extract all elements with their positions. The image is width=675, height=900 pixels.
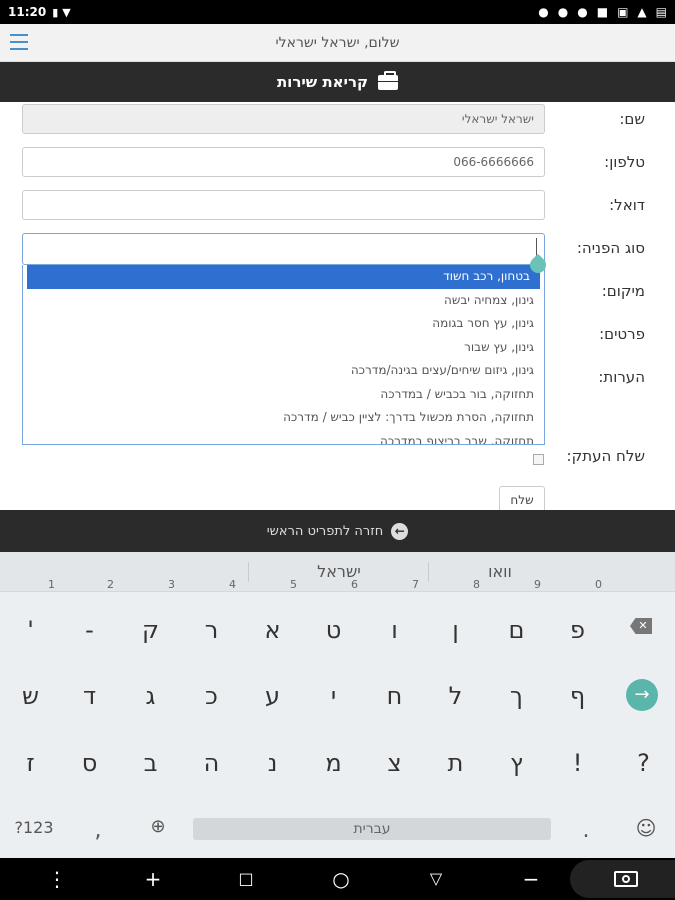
phone-field[interactable]: 066-6666666 xyxy=(22,147,545,177)
service-request-form: שם: ישראל ישראלי טלפון: 066-6666666 דואל… xyxy=(0,102,675,514)
key[interactable]: 9ם xyxy=(486,578,547,660)
email-field[interactable] xyxy=(22,190,545,220)
drive-icon: ▲ xyxy=(637,5,647,19)
name-field: ישראל ישראלי xyxy=(22,104,545,134)
key[interactable]: ס xyxy=(59,733,120,793)
camera-icon[interactable] xyxy=(614,871,638,887)
plus-icon[interactable]: + xyxy=(138,858,168,900)
key[interactable]: ל xyxy=(425,666,486,726)
symbols-key[interactable]: ?123 xyxy=(8,818,60,837)
back-to-main-menu-button[interactable]: חזרה לתפריט הראשי ← xyxy=(0,510,675,552)
globe-icon[interactable]: ⊕ xyxy=(146,816,170,837)
key[interactable]: ף xyxy=(547,666,608,726)
key[interactable]: ת xyxy=(425,733,486,793)
briefcase-notify-icon: ■ xyxy=(596,5,609,19)
dropdown-option[interactable]: גינון, צמחיה יבשה xyxy=(23,289,544,313)
send-copy-label: שלח העתק: xyxy=(566,447,645,465)
key[interactable]: 0פ xyxy=(547,578,608,660)
key[interactable]: נ xyxy=(242,733,303,793)
comma-key[interactable]: , xyxy=(86,818,110,843)
minus-icon[interactable]: − xyxy=(516,858,546,900)
notification-icons: ● ● ● ■ ▣ ▲ ▤ xyxy=(538,5,667,19)
key[interactable]: 4ר xyxy=(181,578,242,660)
back-arrow-icon: ← xyxy=(391,522,409,540)
key[interactable]: ג xyxy=(120,666,181,726)
dropdown-option[interactable]: בטחון, רכב חשוד xyxy=(27,265,540,289)
dropdown-option[interactable]: תחזוקה, בור בכביש / במדרכה xyxy=(23,383,544,407)
period-key[interactable]: . xyxy=(574,818,598,843)
key[interactable]: ך xyxy=(486,666,547,726)
key[interactable]: ה xyxy=(181,733,242,793)
page-title: קריאת שירות xyxy=(276,73,369,91)
backspace-icon[interactable]: ✕ xyxy=(630,618,652,634)
status-time: 11:20 xyxy=(8,5,47,19)
more-vert-icon[interactable]: ⋮ xyxy=(42,858,72,900)
key[interactable]: מ xyxy=(303,733,364,793)
key[interactable]: ע xyxy=(242,666,303,726)
request-type-select[interactable] xyxy=(22,233,545,265)
back-label: חזרה לתפריט הראשי xyxy=(266,523,384,539)
key[interactable]: 3ק xyxy=(120,578,181,660)
key[interactable]: כ xyxy=(181,666,242,726)
briefcase-icon xyxy=(378,70,399,90)
notes-label: הערות: xyxy=(598,368,645,386)
request-type-label: סוג הפניה: xyxy=(576,239,645,257)
key[interactable]: ? xyxy=(613,733,674,793)
key[interactable]: צ xyxy=(364,733,425,793)
request-type-dropdown[interactable]: בטחון, רכב חשוד גינון, צמחיה יבשה גינון,… xyxy=(22,265,545,445)
messenger-icon: ● xyxy=(577,5,588,19)
key[interactable]: 2- xyxy=(59,578,120,660)
name-label: שם: xyxy=(619,110,645,128)
app-notify-icon: ▣ xyxy=(617,5,629,19)
enter-arrow-icon[interactable]: → xyxy=(626,679,658,711)
app-header: שלום, ישראל ישראלי xyxy=(0,24,675,62)
key[interactable]: ח xyxy=(364,666,425,726)
details-label: פרטים: xyxy=(599,325,645,343)
key[interactable]: ז xyxy=(0,733,61,793)
key[interactable]: ! xyxy=(547,733,608,793)
recents-square-icon[interactable]: □ xyxy=(231,858,261,900)
key[interactable]: 1 ' xyxy=(0,578,61,660)
location-label: מיקום: xyxy=(601,282,645,300)
key[interactable]: ד xyxy=(59,666,120,726)
dropdown-option[interactable]: תחזוקה, שבר בריצוף במדרכה xyxy=(23,430,544,445)
key[interactable]: 6ט xyxy=(303,578,364,660)
key[interactable]: ב xyxy=(120,733,181,793)
wifi-icon: ▼ xyxy=(62,5,71,19)
image-icon: ▤ xyxy=(655,5,667,19)
space-bar[interactable]: עברית xyxy=(193,818,551,840)
key[interactable]: ץ xyxy=(486,733,547,793)
greeting-text: שלום, ישראל ישראלי xyxy=(275,34,400,51)
signal-icon: ▮ xyxy=(52,5,59,19)
on-screen-keyboard: וואו ישראל 0פ 9ם 8ן 7ו 6ט 5א 4ר 3ק 2- 1 '… xyxy=(0,552,675,858)
key[interactable]: 8ן xyxy=(425,578,486,660)
hamburger-menu-icon[interactable] xyxy=(10,34,28,50)
back-triangle-icon[interactable]: ▽ xyxy=(421,858,451,900)
phone-label: טלפון: xyxy=(604,153,645,171)
key[interactable]: 5א xyxy=(242,578,303,660)
home-circle-icon[interactable]: ○ xyxy=(326,858,356,900)
messenger-icon: ● xyxy=(557,5,569,19)
dropdown-option[interactable]: גינון, עץ חסר בגומה xyxy=(23,312,544,336)
key[interactable]: י xyxy=(303,666,364,726)
key[interactable]: ש xyxy=(0,666,61,726)
email-label: דואל: xyxy=(609,196,645,214)
send-copy-checkbox[interactable] xyxy=(533,454,544,465)
dropdown-option[interactable]: גינון, גיזום שיחים/עצים בגינה/מדרכה xyxy=(23,359,544,383)
messenger-icon: ● xyxy=(538,5,549,19)
suggestion-strip: וואו ישראל xyxy=(0,552,675,592)
dropdown-option[interactable]: תחזוקה, הסרת מכשול בדרך: לציין כביש / מד… xyxy=(23,406,544,430)
title-bar: קריאת שירות xyxy=(0,62,675,102)
key[interactable]: 7ו xyxy=(364,578,425,660)
dropdown-option[interactable]: גינון, עץ שבור xyxy=(23,336,544,360)
status-bar: 11:20 ▮ ▼ ● ● ● ■ ▣ ▲ ▤ xyxy=(0,0,675,24)
emoji-icon[interactable]: ☺ xyxy=(632,816,660,840)
system-nav-bar: ⋮ + □ ○ ▽ − xyxy=(0,858,675,900)
suggestion-item[interactable]: וואו xyxy=(430,552,570,592)
suggestion-item[interactable]: ישראל xyxy=(250,552,428,592)
